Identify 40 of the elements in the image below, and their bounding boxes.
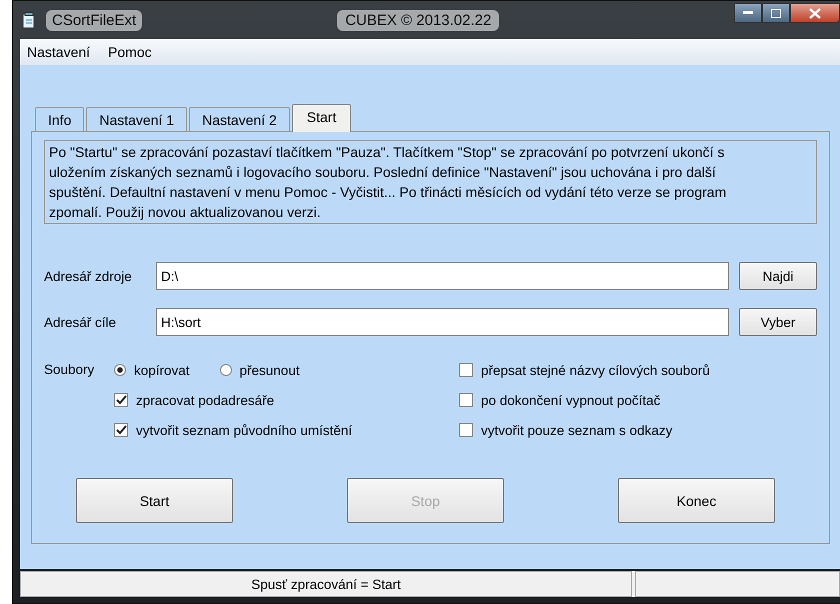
option-label: vytvořit pouze seznam s odkazy <box>481 422 672 438</box>
menu-item[interactable]: Pomoc <box>108 44 152 60</box>
maximize-icon <box>771 8 781 18</box>
maximize-button[interactable] <box>762 3 790 23</box>
option-label: přepsat stejné názvy cílových souborů <box>481 362 710 378</box>
radio-button[interactable] <box>220 364 232 376</box>
path-input-field[interactable]: D:\ <box>156 262 729 290</box>
action-button[interactable]: Start <box>76 478 233 523</box>
close-button[interactable] <box>790 3 840 23</box>
option-label: vytvořit seznam původního umístění <box>136 422 352 438</box>
checkbox[interactable] <box>459 423 473 437</box>
close-icon <box>809 8 821 18</box>
action-button[interactable]: Konec <box>618 478 775 523</box>
checkbox[interactable] <box>459 393 473 407</box>
option-label: po dokončení vypnout počítač <box>481 392 660 408</box>
checkbox[interactable] <box>114 423 128 437</box>
option-label: přesunout <box>240 362 300 378</box>
minimize-button[interactable] <box>734 3 762 23</box>
browse-button[interactable]: Najdi <box>739 262 817 290</box>
radio-button[interactable] <box>114 364 126 376</box>
menu-item[interactable]: Nastavení <box>27 44 90 60</box>
tab[interactable]: Nastavení 1 <box>86 107 188 131</box>
option-label: kopírovat <box>134 362 190 378</box>
checkbox[interactable] <box>114 393 128 407</box>
checkbox[interactable] <box>459 363 473 377</box>
browse-button[interactable]: Vyber <box>739 308 817 336</box>
tab[interactable]: Info <box>35 107 84 131</box>
window-subtitle: CUBEX © 2013.02.22 <box>337 10 500 30</box>
window-title: CSortFileExt <box>46 10 142 30</box>
field-label: Adresář cíle <box>44 314 118 330</box>
status-text: Spusť zpracování = Start <box>20 571 632 597</box>
field-label: Adresář zdroje <box>44 268 133 284</box>
tab[interactable]: Start <box>292 104 352 132</box>
tab[interactable]: Nastavení 2 <box>189 107 290 131</box>
info-text: Po "Startu" se zpracování pozastaví tlačítkem "Pauza". Tlačítkem "Stop" se zpracování po potvrzení ukončí s uložením získaných seznamů i logovacího souboru. Poslední definice "Nastavení" jsou uchována i pro další spuštění. Defaultní nastavení v menu Pomoc - Vyčistit... Po třinácti měsících od vydání této verze se program zpomalí. Použij novou aktualizovanou verzi. <box>44 140 817 224</box>
files-label: Soubory <box>44 362 94 377</box>
path-input-field[interactable]: H:\sort <box>156 308 729 336</box>
document-icon <box>22 12 36 28</box>
minimize-icon <box>743 11 753 15</box>
option-label: zpracovat podadresáře <box>136 392 274 408</box>
